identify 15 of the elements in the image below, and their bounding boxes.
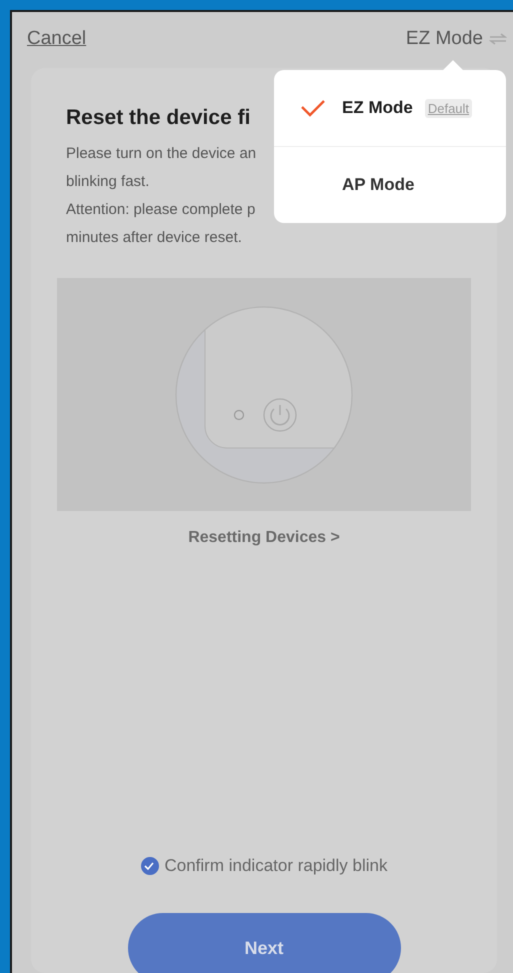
mode-label[interactable]: EZ Mode: [406, 28, 483, 50]
mode-option[interactable]: EZ Mode Default: [274, 70, 506, 146]
instruction-text: blinking fast.: [66, 172, 150, 192]
help-link[interactable]: Resetting Devices >: [188, 529, 340, 547]
instruction-title: Reset the device fi: [66, 106, 250, 130]
next-button[interactable]: Next: [128, 913, 400, 973]
default-badge: Default: [424, 98, 472, 118]
cancel-link[interactable]: Cancel: [27, 28, 86, 50]
mode-option[interactable]: AP Mode: [274, 147, 506, 223]
confirm-label: Confirm indicator rapidly blink: [164, 856, 388, 876]
instruction-text: Attention: please complete p: [66, 200, 256, 220]
confirm-checkbox[interactable]: [140, 857, 158, 875]
check-icon: [300, 99, 326, 117]
instruction-text: Please turn on the device an: [66, 144, 256, 164]
instruction-text: minutes after device reset.: [66, 228, 243, 248]
